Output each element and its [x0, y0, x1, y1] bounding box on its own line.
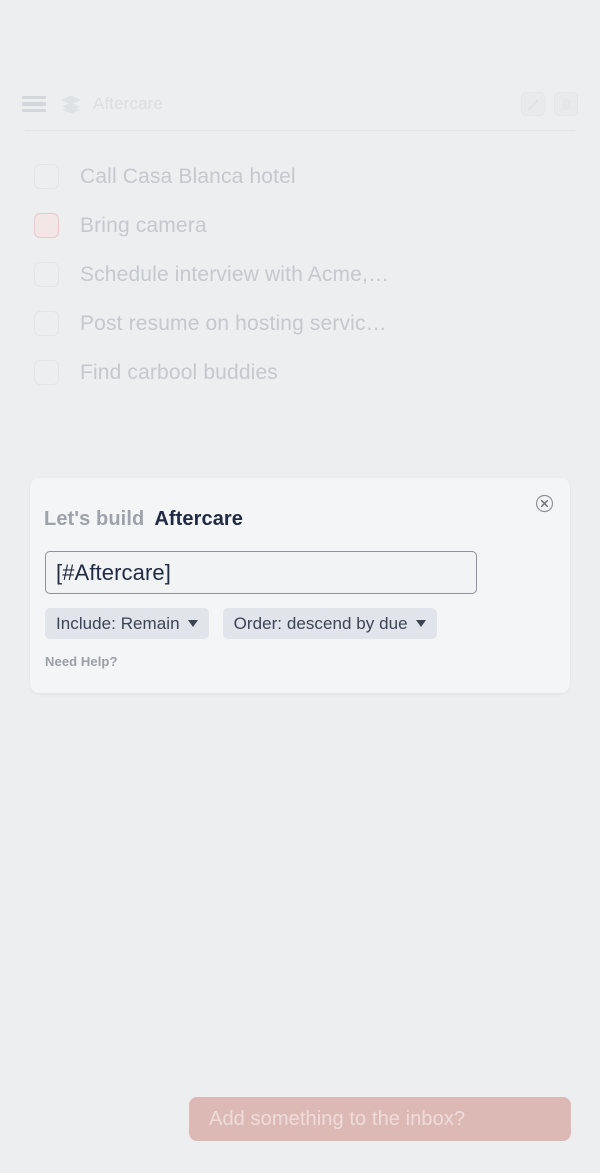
need-help-link[interactable]: Need Help?	[45, 654, 118, 669]
task-label: Bring camera	[80, 213, 207, 237]
task-row[interactable]: Post resume on hosting servic…	[0, 299, 600, 348]
modal-heading-prefix: Let's build	[44, 508, 145, 530]
modal-heading-list-name: Aftercare	[154, 508, 244, 530]
trash-icon	[560, 98, 572, 110]
chevron-down-icon	[187, 620, 198, 627]
task-label: Post resume on hosting servic…	[80, 311, 387, 335]
task-list: Call Casa Blanca hotel Bring camera Sche…	[0, 152, 600, 397]
task-label: Schedule interview with Acme,…	[80, 262, 390, 286]
query-input[interactable]	[45, 551, 477, 594]
edit-list-button[interactable]	[521, 92, 545, 116]
chevron-down-icon	[415, 620, 426, 627]
page-title: Aftercare	[93, 94, 163, 113]
pencil-icon	[527, 98, 539, 110]
order-filter-dropdown[interactable]: Order: descend by due	[222, 608, 437, 639]
task-row[interactable]: Schedule interview with Acme,…	[0, 250, 600, 299]
task-checkbox[interactable]	[34, 360, 59, 385]
add-to-inbox-label: Add something to the inbox?	[209, 1107, 466, 1130]
task-checkbox[interactable]	[34, 311, 59, 336]
close-circle-icon[interactable]	[535, 494, 554, 513]
order-filter-label: Order: descend by due	[233, 613, 408, 633]
include-filter-label: Include: Remain	[56, 613, 180, 633]
modal-heading: Let's build Aftercare	[44, 508, 243, 531]
include-filter-dropdown[interactable]: Include: Remain	[45, 608, 209, 639]
delete-list-button[interactable]	[554, 92, 578, 116]
add-to-inbox-button[interactable]: Add something to the inbox?	[189, 1097, 571, 1141]
header-divider	[25, 130, 575, 131]
list-header: Aftercare	[0, 78, 600, 130]
task-checkbox[interactable]	[34, 262, 59, 287]
hamburger-menu-icon[interactable]	[22, 95, 46, 113]
task-checkbox[interactable]	[34, 213, 59, 238]
task-row[interactable]: Find carbool buddies	[0, 348, 600, 397]
task-row[interactable]: Call Casa Blanca hotel	[0, 152, 600, 201]
task-checkbox[interactable]	[34, 164, 59, 189]
task-label: Find carbool buddies	[80, 360, 278, 384]
task-row[interactable]: Bring camera	[0, 201, 600, 250]
task-label: Call Casa Blanca hotel	[80, 164, 296, 188]
modal-filter-pills: Include: Remain Order: descend by due	[45, 608, 437, 639]
layers-stack-icon	[61, 95, 81, 114]
